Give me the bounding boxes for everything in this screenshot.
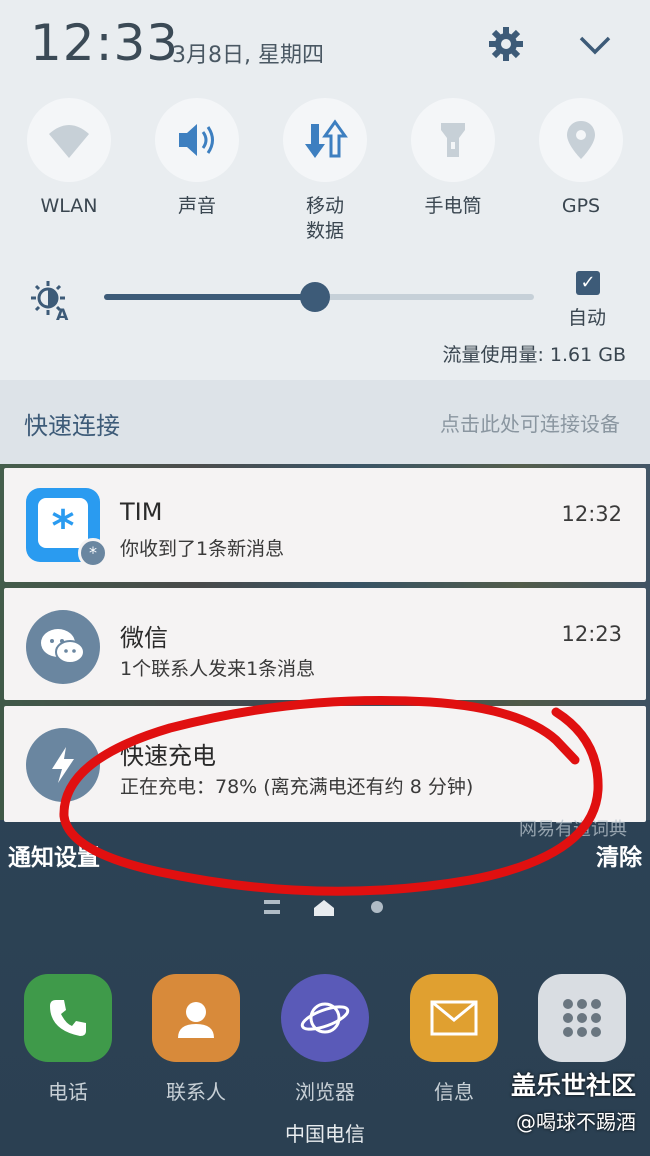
speaker-icon [155, 98, 239, 182]
notification-wechat[interactable]: 微信 1个联系人发来1条消息 12:23 [4, 588, 646, 700]
tim-badge-icon: * [78, 538, 108, 568]
svg-text:A: A [56, 305, 69, 322]
notification-fast-charging[interactable]: 快速充电 正在充电：78% (离充满电还有约 8 分钟) [4, 706, 646, 822]
notification-title: TIM [120, 498, 163, 526]
location-icon [539, 98, 623, 182]
auto-brightness-label: 自动 [568, 307, 607, 329]
clear-button[interactable]: 清除 [596, 838, 642, 872]
toggle-label-line2: 数据 [305, 220, 344, 242]
dock-label: 浏览器 [295, 1080, 355, 1104]
notification-message: 你收到了1条新消息 [120, 538, 285, 560]
toggle-label-line1: 移动 [305, 195, 344, 217]
brightness-slider[interactable] [104, 282, 534, 312]
dock-app-browser[interactable]: 浏览器 [281, 974, 369, 1105]
data-usage: 流量使用量: 1.61 GB [442, 344, 626, 366]
notification-message: 1个联系人发来1条消息 [120, 658, 316, 680]
quick-connect-bar[interactable]: 快速连接 点击此处可连接设备 [0, 380, 650, 464]
clock: 12:33 [30, 14, 180, 72]
toggle-label: 声音 [177, 195, 216, 217]
flashlight-icon [411, 98, 495, 182]
browser-icon [281, 974, 369, 1062]
dock-app-messages[interactable]: 信息 [410, 974, 498, 1105]
notification-time: 12:23 [561, 622, 622, 646]
chevron-down-icon[interactable] [575, 24, 615, 64]
notification-tim[interactable]: * * TIM 你收到了1条新消息 12:32 [4, 468, 646, 582]
notification-footer: 通知设置 网易有道词典 清除 [0, 819, 650, 872]
lightning-icon [26, 728, 100, 802]
dock-app-phone[interactable]: 电话 [24, 974, 112, 1105]
apps-grid-icon [538, 974, 626, 1062]
auto-brightness-checkbox[interactable]: ✓ [576, 271, 600, 295]
notification-title: 微信 [120, 624, 168, 652]
tim-app-icon: * * [26, 488, 108, 568]
notification-time: 12:32 [561, 502, 622, 526]
dock-app-drawer[interactable] [538, 974, 626, 1062]
dock-app-contacts[interactable]: 联系人 [152, 974, 240, 1105]
phone-icon [24, 974, 112, 1062]
message-icon [410, 974, 498, 1062]
quick-connect-hint: 点击此处可连接设备 [440, 412, 620, 436]
date: 3月8日, 星期四 [172, 43, 324, 68]
notification-settings-button[interactable]: 通知设置 [8, 838, 100, 872]
dock-label: 信息 [434, 1080, 474, 1104]
quick-connect-title: 快速连接 [24, 412, 120, 440]
toggle-mobile-data[interactable]: 移动 数据 [270, 98, 380, 244]
toggle-label: GPS [561, 195, 601, 217]
quick-panel: 12:33 3月8日, 星期四 WLAN 声音 移动 数据 手电筒 GPS A … [0, 0, 650, 380]
toggle-label: WLAN [40, 195, 98, 217]
brightness-auto-icon: A [30, 278, 74, 324]
notification-title: 快速充电 [120, 742, 216, 770]
gear-icon[interactable] [486, 24, 526, 64]
wechat-icon [26, 610, 100, 684]
toggle-wlan[interactable]: WLAN [14, 98, 124, 219]
notification-message: 正在充电：78% (离充满电还有约 8 分钟) [120, 776, 474, 798]
toggle-flashlight[interactable]: 手电筒 [398, 98, 508, 219]
toggle-sound[interactable]: 声音 [142, 98, 252, 219]
toggle-label: 手电筒 [424, 195, 482, 217]
page-indicator [262, 898, 392, 918]
contacts-icon [152, 974, 240, 1062]
wifi-icon [27, 98, 111, 182]
watermark-title: 盖乐世社区 [510, 1071, 636, 1100]
brightness-slider-knob[interactable] [299, 282, 330, 312]
watermark-author: @喝球不踢酒 [516, 1110, 636, 1134]
toggle-label: 移动 数据 [270, 194, 380, 244]
dock-label: 电话 [48, 1080, 88, 1104]
brightness-slider-fill [104, 294, 315, 300]
mobile-data-icon [283, 98, 367, 182]
dock-label: 联系人 [166, 1080, 226, 1104]
toggle-gps[interactable]: GPS [526, 98, 636, 219]
